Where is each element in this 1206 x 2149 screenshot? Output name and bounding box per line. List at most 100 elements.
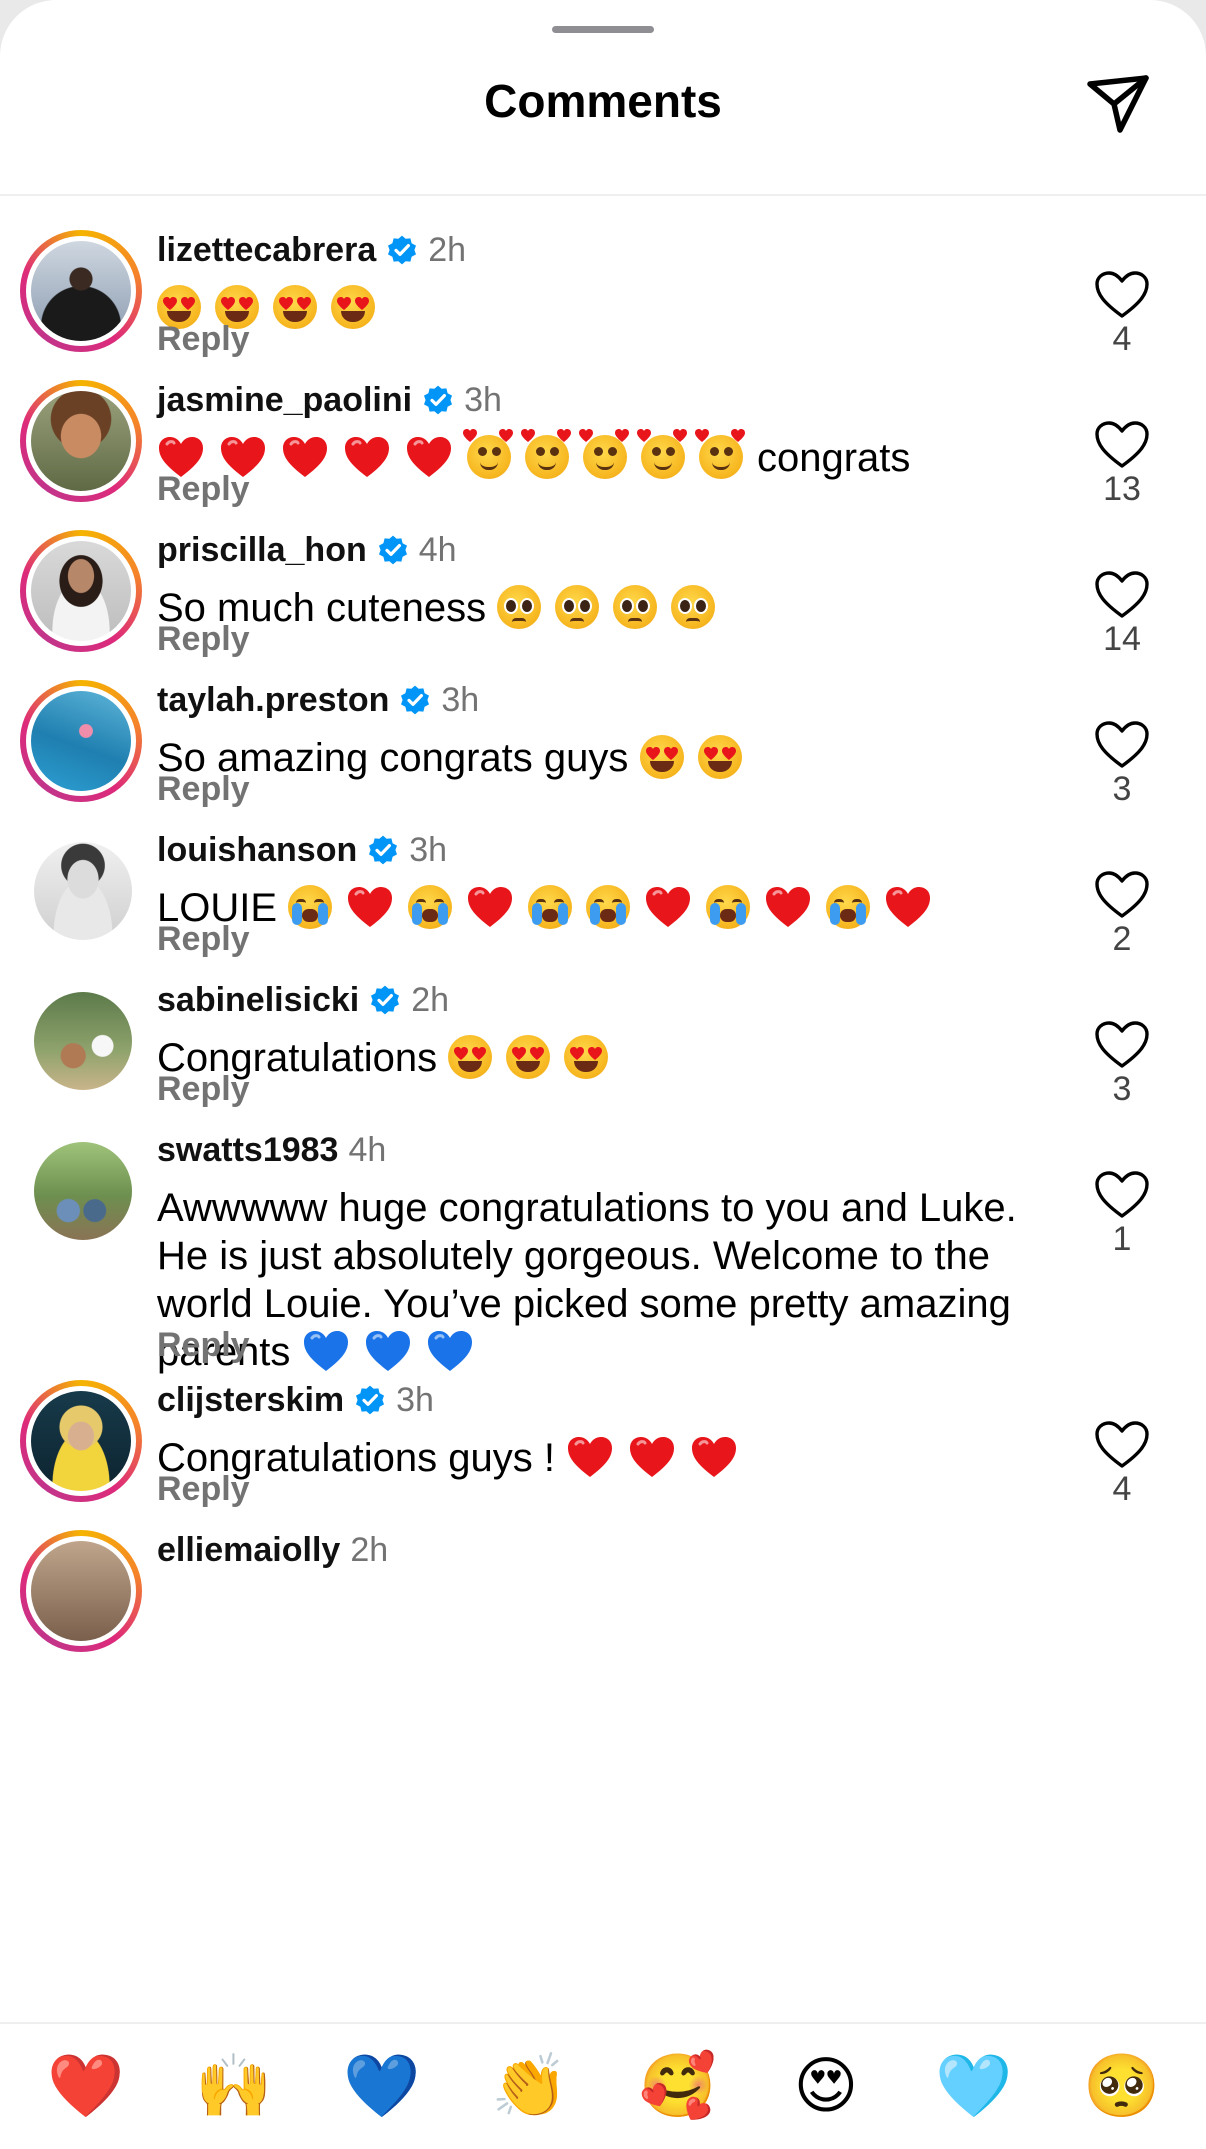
comment-username[interactable]: elliemaiolly bbox=[157, 1531, 340, 1570]
smiling-face-with-hearts-icon[interactable]: 🥰 bbox=[636, 2044, 720, 2128]
comment-body: So amazing congrats guys bbox=[157, 734, 1017, 782]
avatar[interactable] bbox=[20, 680, 142, 802]
comment-body: Awwwww huge congratulations to you and L… bbox=[157, 1184, 1017, 1376]
raising-hands-icon[interactable]: 🙌 bbox=[192, 2044, 276, 2128]
comment-item: jasmine_paolini 3h congrats Reply 13 bbox=[0, 350, 1206, 508]
comment-body bbox=[157, 284, 1017, 332]
comment-text: Awwwww huge congratulations to you and L… bbox=[157, 1186, 1017, 1374]
comments-sheet: Comments lizettecabrera 2h Reply 4 jasmine_p… bbox=[0, 0, 1206, 2149]
comment-item: priscilla_hon 4h So much cuteness Reply 14 bbox=[0, 500, 1206, 658]
heart-eyes-emoji bbox=[273, 285, 317, 329]
comment-time: 3h bbox=[409, 830, 448, 869]
smiling-face-with-hearts-emoji bbox=[695, 429, 745, 479]
smiling-face-with-hearts-emoji bbox=[521, 429, 571, 479]
comment-item: lizettecabrera 2h Reply 4 bbox=[0, 200, 1206, 358]
loudly-crying-face-emoji bbox=[528, 885, 573, 929]
heart-eyes-emoji bbox=[331, 285, 375, 329]
comment-time: 3h bbox=[396, 1380, 434, 1419]
pleading-face-emoji bbox=[555, 585, 600, 629]
comment-item: swatts1983 4h Awwwww huge congratulations … bbox=[0, 1100, 1206, 1374]
comment-time: 2h bbox=[350, 1530, 389, 1569]
comment-time: 3h bbox=[441, 680, 480, 719]
comment-username[interactable]: clijsterskim bbox=[157, 1381, 344, 1420]
avatar[interactable] bbox=[20, 380, 142, 502]
comment-username[interactable]: swatts1983 bbox=[157, 1131, 338, 1170]
avatar[interactable] bbox=[20, 1530, 142, 1652]
like-heart-icon[interactable] bbox=[1094, 570, 1150, 620]
comment-body: So much cuteness bbox=[157, 584, 1017, 632]
comment-username[interactable]: priscilla_hon bbox=[157, 531, 367, 570]
verified-badge-icon bbox=[378, 535, 407, 565]
avatar[interactable] bbox=[20, 230, 142, 352]
blue-heart-icon[interactable]: 💙 bbox=[340, 2044, 424, 2128]
avatar[interactable] bbox=[20, 530, 142, 652]
comment-item: clijsterskim 3h Congratulations guys ! Rep… bbox=[0, 1350, 1206, 1508]
comment-time: 2h bbox=[428, 230, 467, 269]
page-title: Comments bbox=[484, 75, 722, 127]
avatar[interactable] bbox=[34, 842, 132, 940]
like-count: 1 bbox=[1112, 1220, 1132, 1258]
comment-body: Congratulations bbox=[157, 1034, 1017, 1082]
like-heart-icon[interactable] bbox=[1094, 1170, 1150, 1220]
comment-body: congrats bbox=[157, 429, 1017, 482]
comment-item: louishanson 3h LOUIE Reply 2 bbox=[0, 800, 1206, 958]
like-heart-icon[interactable] bbox=[1094, 420, 1150, 470]
avatar[interactable] bbox=[20, 1380, 142, 1502]
avatar[interactable] bbox=[34, 1142, 132, 1240]
comment-username[interactable]: sabinelisicki bbox=[157, 981, 359, 1020]
comment-body: Congratulations guys ! bbox=[157, 1434, 1017, 1482]
loudly-crying-face-emoji bbox=[408, 885, 453, 929]
loudly-crying-face-emoji bbox=[706, 885, 751, 929]
smiling-face-with-hearts-emoji bbox=[637, 429, 687, 479]
verified-badge-icon bbox=[424, 385, 453, 415]
loudly-crying-face-emoji bbox=[288, 885, 333, 929]
comment-time: 3h bbox=[464, 380, 502, 419]
header: Comments bbox=[0, 60, 1206, 196]
comment-username[interactable]: louishanson bbox=[157, 831, 357, 870]
share-icon[interactable] bbox=[1082, 68, 1154, 140]
heart-eyes-emoji bbox=[506, 1035, 551, 1079]
comment-time: 4h bbox=[418, 530, 457, 569]
verified-badge-icon bbox=[369, 835, 398, 865]
clapping-hands-icon[interactable]: 👏 bbox=[488, 2044, 572, 2128]
like-heart-icon[interactable] bbox=[1094, 1020, 1150, 1070]
comment-list[interactable]: lizettecabrera 2h Reply 4 jasmine_paolini 3h c… bbox=[0, 200, 1206, 2022]
pleading-face-emoji bbox=[497, 585, 542, 629]
comment-time: 2h bbox=[411, 980, 450, 1019]
comment-username[interactable]: lizettecabrera bbox=[157, 231, 376, 270]
like-heart-icon[interactable] bbox=[1094, 1420, 1150, 1470]
heart-eyes-icon[interactable]: 😍 bbox=[784, 2044, 868, 2128]
comment-item: sabinelisicki 2h Congratulations Reply 3 bbox=[0, 950, 1206, 1108]
heart-eyes-emoji bbox=[639, 735, 684, 779]
comment-item: elliemaiolly 2h bbox=[0, 1500, 1206, 1652]
comment-text: congrats bbox=[757, 436, 911, 480]
like-heart-icon[interactable] bbox=[1094, 270, 1150, 320]
pleading-face-emoji bbox=[671, 585, 716, 629]
heart-eyes-emoji bbox=[564, 1035, 609, 1079]
like-heart-icon[interactable] bbox=[1094, 870, 1150, 920]
avatar[interactable] bbox=[34, 992, 132, 1090]
verified-badge-icon bbox=[371, 985, 400, 1015]
like-heart-icon[interactable] bbox=[1094, 720, 1150, 770]
light-blue-heart-icon[interactable]: 🩵 bbox=[932, 2044, 1016, 2128]
heart-eyes-emoji bbox=[448, 1035, 493, 1079]
comment-time: 4h bbox=[348, 1130, 387, 1169]
verified-badge-icon bbox=[401, 685, 430, 715]
pleading-face-emoji bbox=[613, 585, 658, 629]
loudly-crying-face-emoji bbox=[826, 885, 871, 929]
comment-username[interactable]: taylah.preston bbox=[157, 681, 389, 720]
smiling-face-with-hearts-emoji bbox=[579, 429, 629, 479]
comment-username[interactable]: jasmine_paolini bbox=[157, 381, 412, 420]
drag-handle[interactable] bbox=[552, 26, 654, 33]
verified-badge-icon bbox=[356, 1385, 385, 1415]
smiling-face-with-hearts-emoji bbox=[463, 429, 513, 479]
heart-eyes-emoji bbox=[697, 735, 742, 779]
pleading-face-icon[interactable]: 🥺 bbox=[1080, 2044, 1164, 2128]
quick-reaction-bar: ❤️ 🙌 💙 👏 🥰 😍 🩵 🥺 bbox=[0, 2022, 1206, 2149]
comment-body: LOUIE bbox=[157, 884, 1017, 932]
red-heart-icon[interactable]: ❤️ bbox=[44, 2044, 128, 2128]
verified-badge-icon bbox=[388, 235, 417, 265]
comment-item: taylah.preston 3h So amazing congrats guys… bbox=[0, 650, 1206, 808]
header-divider bbox=[0, 194, 1206, 196]
loudly-crying-face-emoji bbox=[586, 885, 631, 929]
